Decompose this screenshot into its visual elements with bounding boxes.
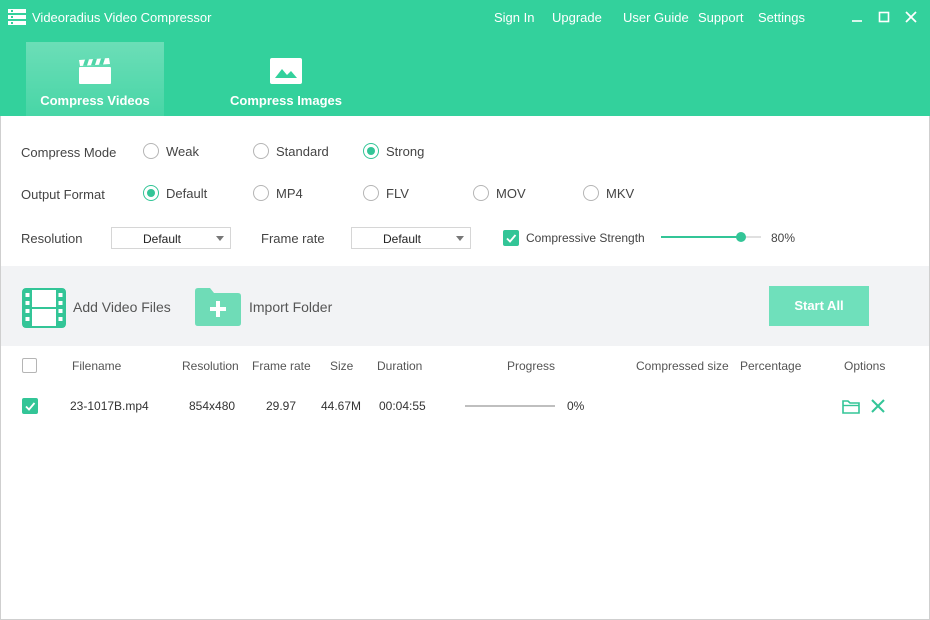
format-mov-radio[interactable] <box>473 185 489 201</box>
strength-checkbox[interactable] <box>503 230 519 246</box>
app-logo-icon <box>8 9 26 25</box>
folder-add-icon[interactable] <box>195 288 241 326</box>
col-progress: Progress <box>507 359 556 373</box>
tab-compress-videos[interactable]: Compress Videos <box>26 42 164 116</box>
cell-duration: 00:04:55 <box>379 399 426 413</box>
open-folder-icon[interactable] <box>842 399 860 414</box>
slider-thumb[interactable] <box>736 232 746 242</box>
format-mp4-label[interactable]: MP4 <box>276 186 303 201</box>
title-bar: Videoradius Video Compressor Sign In Upg… <box>0 0 930 116</box>
user-guide-link[interactable]: User Guide <box>623 10 689 25</box>
format-flv-label[interactable]: FLV <box>386 186 409 201</box>
mode-strong-radio[interactable] <box>363 143 379 159</box>
checkmark-icon <box>25 402 36 411</box>
checkmark-icon <box>506 234 517 243</box>
frame-rate-value: Default <box>382 232 422 246</box>
col-duration: Duration <box>377 359 423 373</box>
strength-value: 80% <box>771 231 796 245</box>
image-icon <box>270 58 302 84</box>
frame-rate-label: Frame rate <box>261 231 325 246</box>
resolution-value: Default <box>142 232 182 246</box>
strength-slider[interactable] <box>661 232 761 242</box>
clapperboard-icon <box>79 58 111 84</box>
col-percentage: Percentage <box>740 359 802 373</box>
resolution-label: Resolution <box>21 231 83 246</box>
tab-label: Compress Images <box>230 93 342 108</box>
format-mkv-label[interactable]: MKV <box>606 186 634 201</box>
cell-size: 44.67M <box>321 399 362 413</box>
support-link[interactable]: Support <box>698 10 744 25</box>
row-checkbox[interactable] <box>22 398 38 414</box>
cell-filename: 23-1017B.mp4 <box>70 399 149 413</box>
output-format-label: Output Format <box>21 187 105 202</box>
minimize-icon[interactable] <box>848 8 866 26</box>
resolution-select[interactable]: Default <box>111 227 231 249</box>
tab-compress-images[interactable]: Compress Images <box>212 42 360 116</box>
progress-bar <box>465 405 555 407</box>
maximize-icon[interactable] <box>875 8 893 26</box>
format-default-radio[interactable] <box>143 185 159 201</box>
mode-standard-radio[interactable] <box>253 143 269 159</box>
slider-fill <box>661 236 741 238</box>
mode-weak-label[interactable]: Weak <box>166 144 199 159</box>
format-mkv-radio[interactable] <box>583 185 599 201</box>
select-all-checkbox[interactable] <box>22 358 37 373</box>
close-icon[interactable] <box>902 8 920 26</box>
col-resolution: Resolution <box>182 359 239 373</box>
col-compressed-size: Compressed size <box>636 359 729 373</box>
format-default-label[interactable]: Default <box>166 186 207 201</box>
format-mov-label[interactable]: MOV <box>496 186 526 201</box>
cell-progress-text: 0% <box>567 399 585 413</box>
col-filename: Filename <box>72 359 122 373</box>
chevron-down-icon <box>456 236 464 241</box>
frame-rate-select[interactable]: Default <box>351 227 471 249</box>
app-title: Videoradius Video Compressor <box>32 10 212 25</box>
strength-label: Compressive Strength <box>526 231 645 245</box>
delete-icon[interactable] <box>870 398 886 414</box>
cell-frame-rate: 29.97 <box>266 399 297 413</box>
sign-in-link[interactable]: Sign In <box>494 10 534 25</box>
col-options: Options <box>844 359 886 373</box>
upgrade-link[interactable]: Upgrade <box>552 10 602 25</box>
col-size: Size <box>330 359 354 373</box>
cell-resolution: 854x480 <box>189 399 236 413</box>
compress-mode-label: Compress Mode <box>21 145 117 160</box>
chevron-down-icon <box>216 236 224 241</box>
import-folder-button[interactable]: Import Folder <box>249 299 332 315</box>
mode-standard-label[interactable]: Standard <box>276 144 329 159</box>
settings-link[interactable]: Settings <box>758 10 805 25</box>
start-all-button[interactable]: Start All <box>769 286 869 326</box>
format-mp4-radio[interactable] <box>253 185 269 201</box>
format-flv-radio[interactable] <box>363 185 379 201</box>
tab-label: Compress Videos <box>40 93 150 108</box>
mode-strong-label[interactable]: Strong <box>386 144 424 159</box>
add-video-files-button[interactable]: Add Video Files <box>73 299 171 315</box>
col-frame-rate: Frame rate <box>252 359 311 373</box>
film-icon[interactable] <box>22 288 66 328</box>
mode-weak-radio[interactable] <box>143 143 159 159</box>
